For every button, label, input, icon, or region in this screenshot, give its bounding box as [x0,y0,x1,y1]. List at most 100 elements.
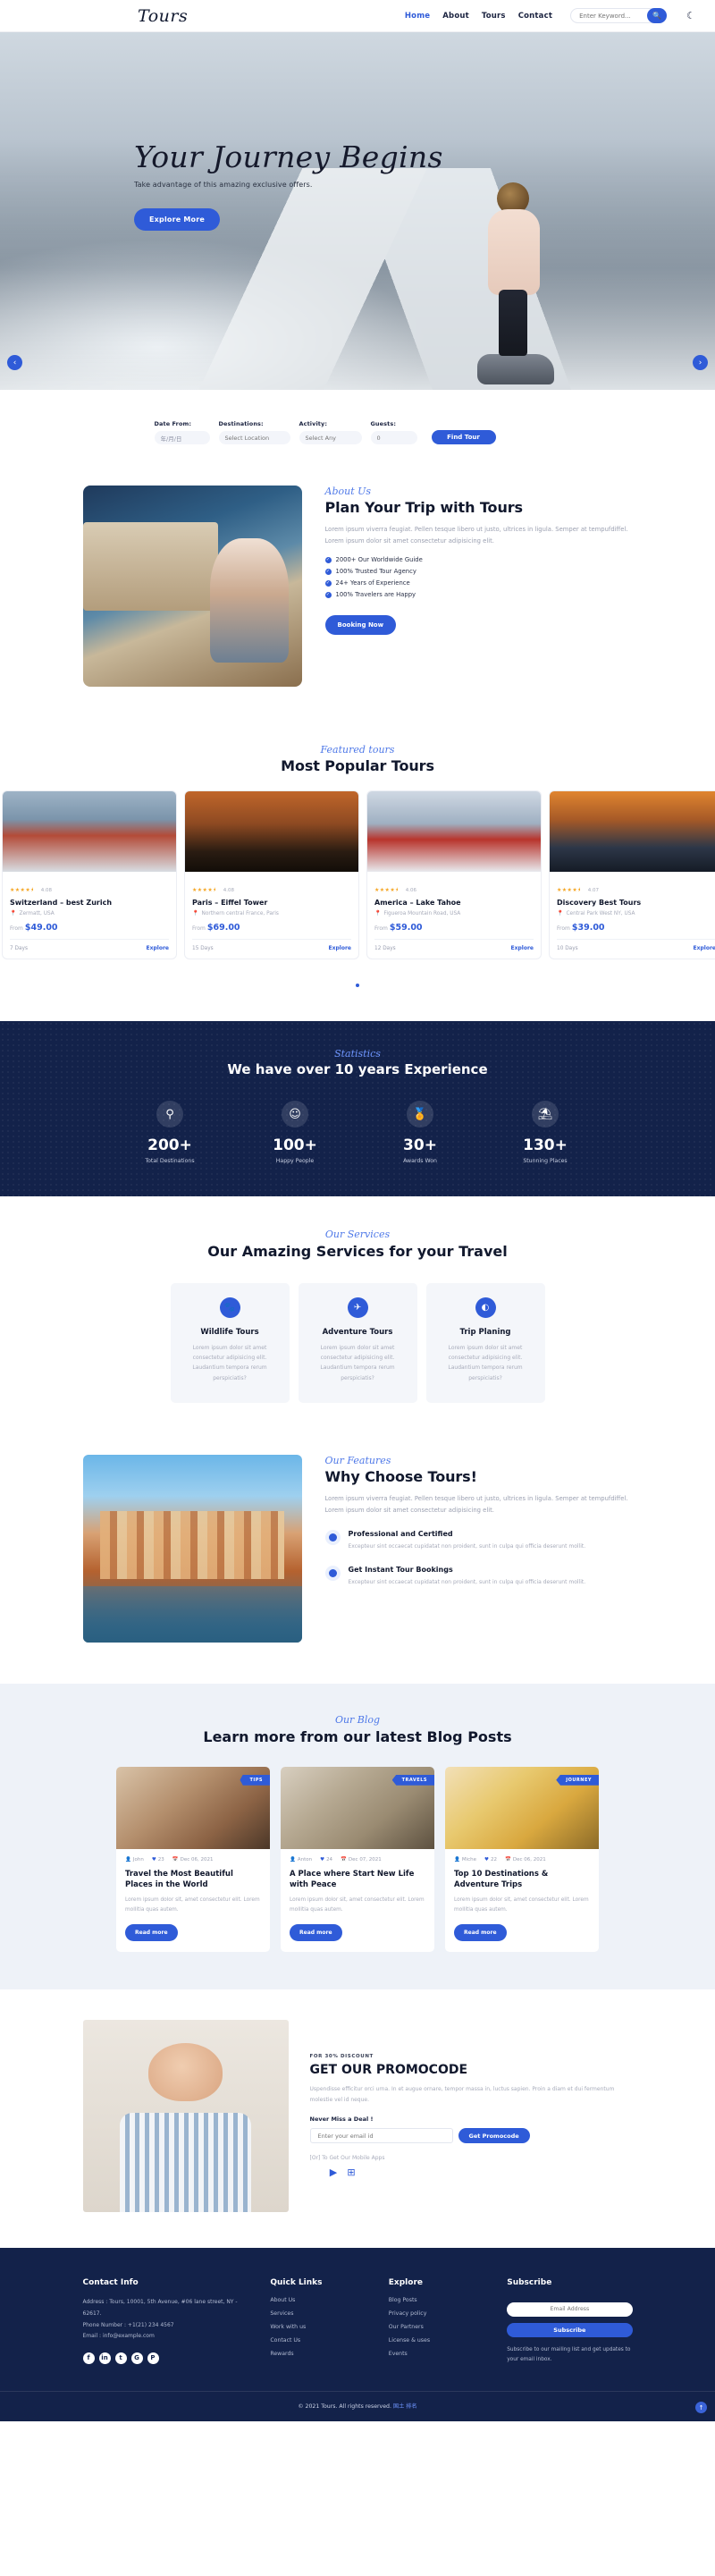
tour-explore-link[interactable]: Explore [147,945,169,951]
service-card[interactable]: ✈ Adventure Tours Lorem ipsum dolor sit … [298,1282,417,1404]
why-choose-section: Our Features Why Choose Tours! Lorem ips… [82,1440,633,1684]
hero-subtitle: Take advantage of this amazing exclusive… [134,181,313,189]
tour-card[interactable]: ★★★★⯨ 4.07 Discovery Best Tours 📍 Centra… [549,790,715,959]
footer-link-our-partners[interactable]: Our Partners [389,2324,484,2330]
map-pin-icon: 📍 [374,910,382,916]
get-promocode-button[interactable]: Get Promocode [458,2128,530,2144]
service-text: Lorem ipsum dolor sit amet consectetur a… [192,1344,267,1381]
service-card[interactable]: ◐ Trip Planing Lorem ipsum dolor sit ame… [425,1282,545,1404]
blog-card[interactable]: TIPS 👤 John ♥ 23 📅 Dec 06, 2021 Travel the … [116,1766,270,1953]
promo-email-input[interactable] [309,2128,453,2144]
footer-link-contact-us[interactable]: Contact Us [270,2337,365,2344]
footer-link-blog-posts[interactable]: Blog Posts [389,2297,484,2303]
calendar-icon: 📅 [504,1856,511,1862]
blog-card[interactable]: TRAVELS 👤 Anton ♥ 24 📅 Dec 07, 2021 A Place… [281,1766,434,1953]
footer-link-about-us[interactable]: About Us [270,2297,365,2303]
blog-likes: ♥ 24 [320,1856,333,1862]
map-pin-icon: 📍 [10,910,17,916]
footer-link-license-uses[interactable]: License & uses [389,2337,484,2344]
check-item: ✓ 24+ Years of Experience [324,579,633,587]
pinterest-icon[interactable]: P [147,2352,159,2364]
apple-store-icon[interactable] [310,2166,322,2178]
blog-title: Learn more from our latest Blog Posts [203,1728,512,1746]
brand-logo[interactable]: Tours [138,6,188,26]
moon-icon[interactable]: ☾ [686,11,695,21]
feature-text: Excepteur sint occaecat cupidatat non pr… [348,1579,586,1586]
service-card[interactable]: 🐾 Wildlife Tours Lorem ipsum dolor sit a… [170,1282,290,1404]
tour-card[interactable]: ★★★★⯨ 4.08 Switzerland – best Zurich 📍 Z… [2,790,177,959]
facebook-icon[interactable]: f [82,2352,95,2364]
chevron-right-icon[interactable]: › [693,355,708,370]
google-plus-icon[interactable]: G [130,2352,143,2364]
read-more-button[interactable]: Read more [125,1924,178,1942]
read-more-button[interactable]: Read more [290,1924,342,1942]
read-more-button[interactable]: Read more [454,1924,507,1942]
feature-item: Get Instant Tour Bookings Excepteur sint… [324,1566,633,1587]
feature-item: Professional and Certified Excepteur sin… [324,1530,633,1551]
tour-card[interactable]: ★★★★⯨ 4.08 Paris – Eiffel Tower 📍 Northe… [184,790,359,959]
tour-title: Switzerland – best Zurich [10,899,113,907]
tour-explore-link[interactable]: Explore [694,945,715,951]
nav-item-about[interactable]: About [442,12,469,21]
google-play-icon[interactable]: ▶ [328,2166,340,2178]
route-icon: ⚲ [156,1101,183,1128]
promocode-image [82,2020,289,2213]
windows-store-icon[interactable]: ⊞ [346,2166,358,2178]
statistics-inner: Statistics We have over 10 years Experie… [0,1048,715,1164]
check-item: ✓ 2000+ Our Worldwide Guide [324,556,633,563]
tour-card[interactable]: ★★★★⯨ 4.06 America – Lake Tahoe 📍 Figuer… [366,790,542,959]
blog-card[interactable]: JOURNEY 👤 Miche ♥ 22 📅 Dec 06, 2021 Top 10 … [445,1766,599,1953]
footer-contact-title: Contact Info [82,2278,139,2288]
smile-icon: ☺ [282,1101,308,1128]
explore-more-button[interactable]: Explore More [134,208,220,231]
services-row: 🐾 Wildlife Tours Lorem ipsum dolor sit a… [0,1282,715,1404]
blog-date: 📅 Dec 06, 2021 [172,1856,214,1862]
nav-item-contact[interactable]: Contact [518,12,552,21]
check-circle-icon: ✓ [324,568,332,575]
footer-link-events[interactable]: Events [389,2351,484,2357]
heart-icon: ♥ [151,1856,156,1862]
stat-item: ☺ 100+ Happy People [254,1101,336,1164]
scroll-to-top-button[interactable]: ↑ [695,2402,707,2414]
hero-title: Your Journey Begins [134,139,443,174]
footer-link-work-with-us[interactable]: Work with us [270,2324,365,2330]
booking-now-button[interactable]: Booking Now [324,615,397,636]
carousel-dot-active[interactable] [356,984,359,987]
subscribe-email-input[interactable] [507,2302,633,2317]
tour-body: ★★★★⯨ 4.07 Discovery Best Tours 📍 Centra… [550,872,715,959]
footer-link-services[interactable]: Services [270,2310,365,2317]
promo-title: GET OUR PROMOCODE [309,2063,468,2078]
blog-author: 👤 John [125,1856,144,1862]
linkedin-icon[interactable]: in [98,2352,111,2364]
label-date-from: Date From: [154,420,192,427]
footer-link-rewards[interactable]: Rewards [270,2351,365,2357]
blog-meta: 👤 John ♥ 23 📅 Dec 06, 2021 [125,1857,261,1862]
destinations-select[interactable] [218,431,290,444]
footer-explore-title: Explore [388,2278,423,2288]
price-value: $59.00 [389,923,423,933]
date-from-input[interactable] [154,431,210,444]
footer-link-privacy-policy[interactable]: Privacy policy [389,2310,484,2317]
blog-date: 📅 Dec 07, 2021 [341,1856,382,1862]
find-tour-button[interactable]: Find Tour [431,430,496,444]
tour-explore-link[interactable]: Explore [329,945,351,951]
tour-explore-link[interactable]: Explore [511,945,534,951]
twitter-icon[interactable]: t [114,2352,127,2364]
tour-duration: 15 Days [192,945,214,951]
stat-item: ⚲ 200+ Total Destinations [129,1101,211,1164]
blog-post-text: Lorem ipsum dolor sit, amet consectetur … [125,1897,260,1913]
nav-item-home[interactable]: Home [405,12,430,21]
tour-image [185,791,358,872]
tours-carousel[interactable]: ★★★★⯨ 4.08 Switzerland – best Zurich 📍 Z… [0,790,715,959]
chevron-left-icon[interactable]: ‹ [7,355,22,370]
copyright-link[interactable]: 国土 排名 [393,2403,417,2410]
hero-content: Your Journey Begins Take advantage of th… [134,139,443,231]
activity-select[interactable] [299,431,362,444]
blog-image: JOURNEY [445,1766,599,1849]
subscribe-button[interactable]: Subscribe [507,2322,633,2337]
carousel-dots[interactable] [0,974,715,991]
guests-input[interactable] [370,431,417,444]
nav-item-tours[interactable]: Tours [482,12,506,21]
check-circle-icon: ✓ [324,591,332,598]
search-icon[interactable]: 🔍 [647,8,668,23]
